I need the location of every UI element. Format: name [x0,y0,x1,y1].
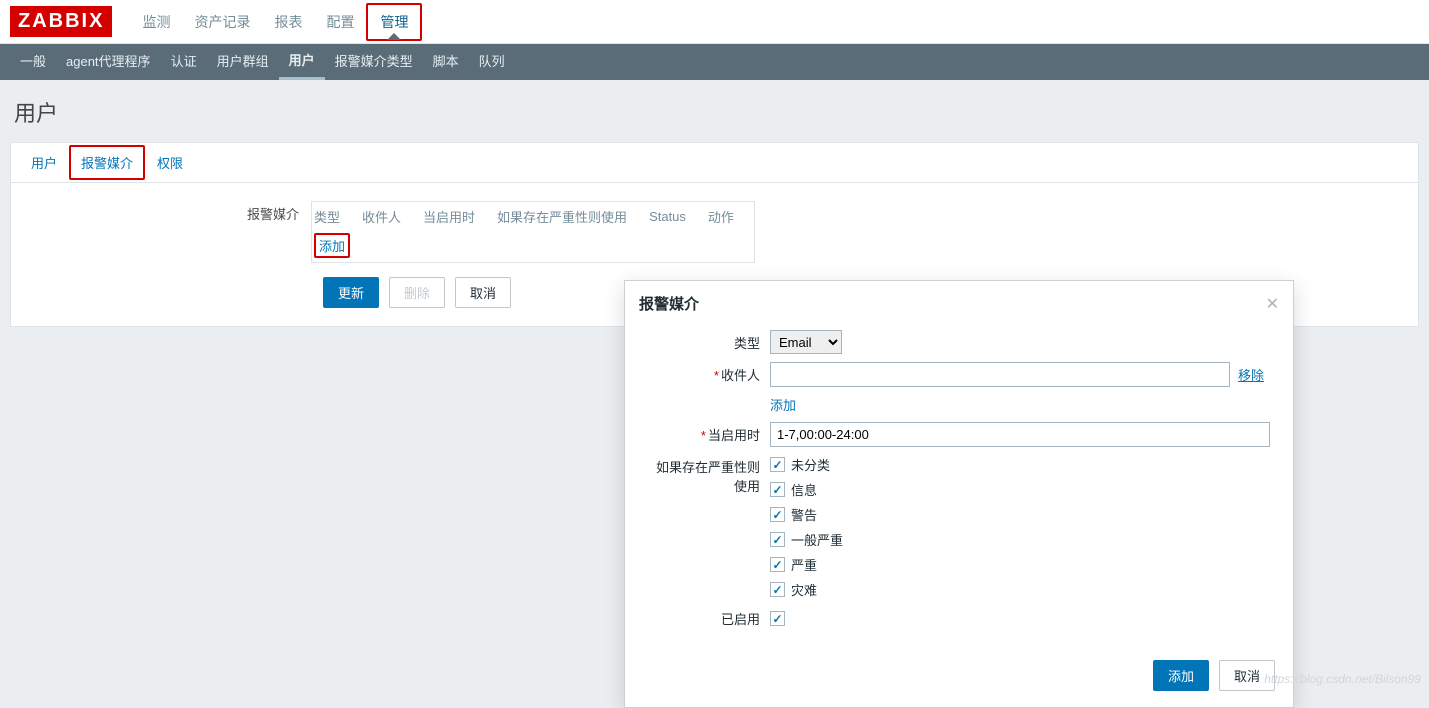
top-nav-inventory[interactable]: 资产记录 [182,0,262,44]
watermark: https://blog.csdn.net/Bilson99 [1264,672,1421,686]
top-nav-monitoring[interactable]: 监测 [130,0,182,44]
type-select[interactable]: Email [770,330,842,354]
row-severity: 如果存在严重性则使用 ✓未分类 ✓信息 ✓警告 ✓一般严重 ✓严重 ✓灾难 [645,455,1273,599]
checkbox-icon[interactable]: ✓ [770,582,785,597]
modal-footer: 添加 取消 [625,650,1293,707]
add-media-link[interactable]: 添加 [314,233,350,258]
sev-high[interactable]: ✓严重 [770,555,843,574]
media-modal: 报警媒介 ✕ 类型 Email *收件人 移除 添加 *当启用时 [624,280,1294,708]
sub-nav-users[interactable]: 用户 [279,44,325,80]
row-enabled: 已启用 ✓ [645,609,1273,628]
label-enabled: 已启用 [645,609,770,628]
col-recipient: 收件人 [360,202,421,232]
logo[interactable]: ZABBIX [10,6,112,37]
checkbox-icon[interactable]: ✓ [770,532,785,547]
sev-unclassified[interactable]: ✓未分类 [770,455,843,474]
checkbox-icon[interactable]: ✓ [770,482,785,497]
col-when: 当启用时 [421,202,495,232]
tab-user[interactable]: 用户 [19,143,69,182]
label-severity: 如果存在严重性则使用 [645,455,770,495]
cancel-button[interactable]: 取消 [455,277,511,308]
top-nav: 监测 资产记录 报表 配置 管理 [130,0,422,44]
close-icon[interactable]: ✕ [1266,294,1279,314]
col-severity: 如果存在严重性则使用 [495,202,647,232]
when-input[interactable] [770,422,1270,447]
row-recipient: *收件人 移除 [645,362,1273,387]
sub-nav-auth[interactable]: 认证 [161,44,207,80]
sub-nav: 一般 agent代理程序 认证 用户群组 用户 报警媒介类型 脚本 队列 [0,44,1429,80]
enabled-checkbox[interactable]: ✓ [770,611,785,626]
row-when: *当启用时 [645,422,1273,447]
update-button[interactable]: 更新 [323,277,379,308]
col-type: 类型 [312,202,361,232]
modal-add-button[interactable]: 添加 [1153,660,1209,691]
label-type: 类型 [645,333,770,352]
modal-title: 报警媒介 [639,293,699,314]
sev-disaster[interactable]: ✓灾难 [770,580,843,599]
row-add-recipient: 添加 [645,395,1273,414]
top-header: ZABBIX 监测 资产记录 报表 配置 管理 [0,0,1429,44]
remove-recipient-link[interactable]: 移除 [1238,365,1264,384]
sev-average[interactable]: ✓一般严重 [770,530,843,549]
label-when: *当启用时 [645,425,770,444]
sev-warning[interactable]: ✓警告 [770,505,843,524]
sub-nav-proxies[interactable]: agent代理程序 [56,44,161,80]
tabs: 用户 报警媒介 权限 [11,143,1418,183]
row-type: 类型 Email [645,330,1273,354]
checkbox-icon[interactable]: ✓ [770,507,785,522]
sub-nav-scripts[interactable]: 脚本 [423,44,469,80]
sev-info[interactable]: ✓信息 [770,480,843,499]
page-title: 用户 [0,80,1429,142]
top-nav-admin[interactable]: 管理 [366,3,422,41]
media-row: 报警媒介 类型 收件人 当启用时 如果存在严重性则使用 Status 动作 [25,201,1404,263]
sub-nav-mediatypes[interactable]: 报警媒介类型 [325,44,423,80]
media-table-wrap: 类型 收件人 当启用时 如果存在严重性则使用 Status 动作 添加 [311,201,755,263]
modal-body: 类型 Email *收件人 移除 添加 *当启用时 如果存在严重性则使用 [625,326,1293,650]
col-action: 动作 [706,202,755,232]
sub-nav-general[interactable]: 一般 [10,44,56,80]
tab-media[interactable]: 报警媒介 [69,145,145,180]
delete-button: 删除 [389,277,445,308]
top-nav-config[interactable]: 配置 [314,0,366,44]
top-nav-reports[interactable]: 报表 [262,0,314,44]
label-recipient: *收件人 [645,365,770,384]
checkbox-icon[interactable]: ✓ [770,457,785,472]
add-recipient-link[interactable]: 添加 [770,395,796,414]
col-status: Status [647,202,706,232]
recipient-input[interactable] [770,362,1230,387]
media-table: 类型 收件人 当启用时 如果存在严重性则使用 Status 动作 添加 [311,201,755,263]
tab-permissions[interactable]: 权限 [145,143,195,182]
sub-nav-usergroups[interactable]: 用户群组 [207,44,279,80]
media-label: 报警媒介 [25,201,311,223]
checkbox-icon[interactable]: ✓ [770,557,785,572]
sub-nav-queue[interactable]: 队列 [469,44,515,80]
severity-list: ✓未分类 ✓信息 ✓警告 ✓一般严重 ✓严重 ✓灾难 [770,455,843,599]
modal-header: 报警媒介 ✕ [625,281,1293,326]
